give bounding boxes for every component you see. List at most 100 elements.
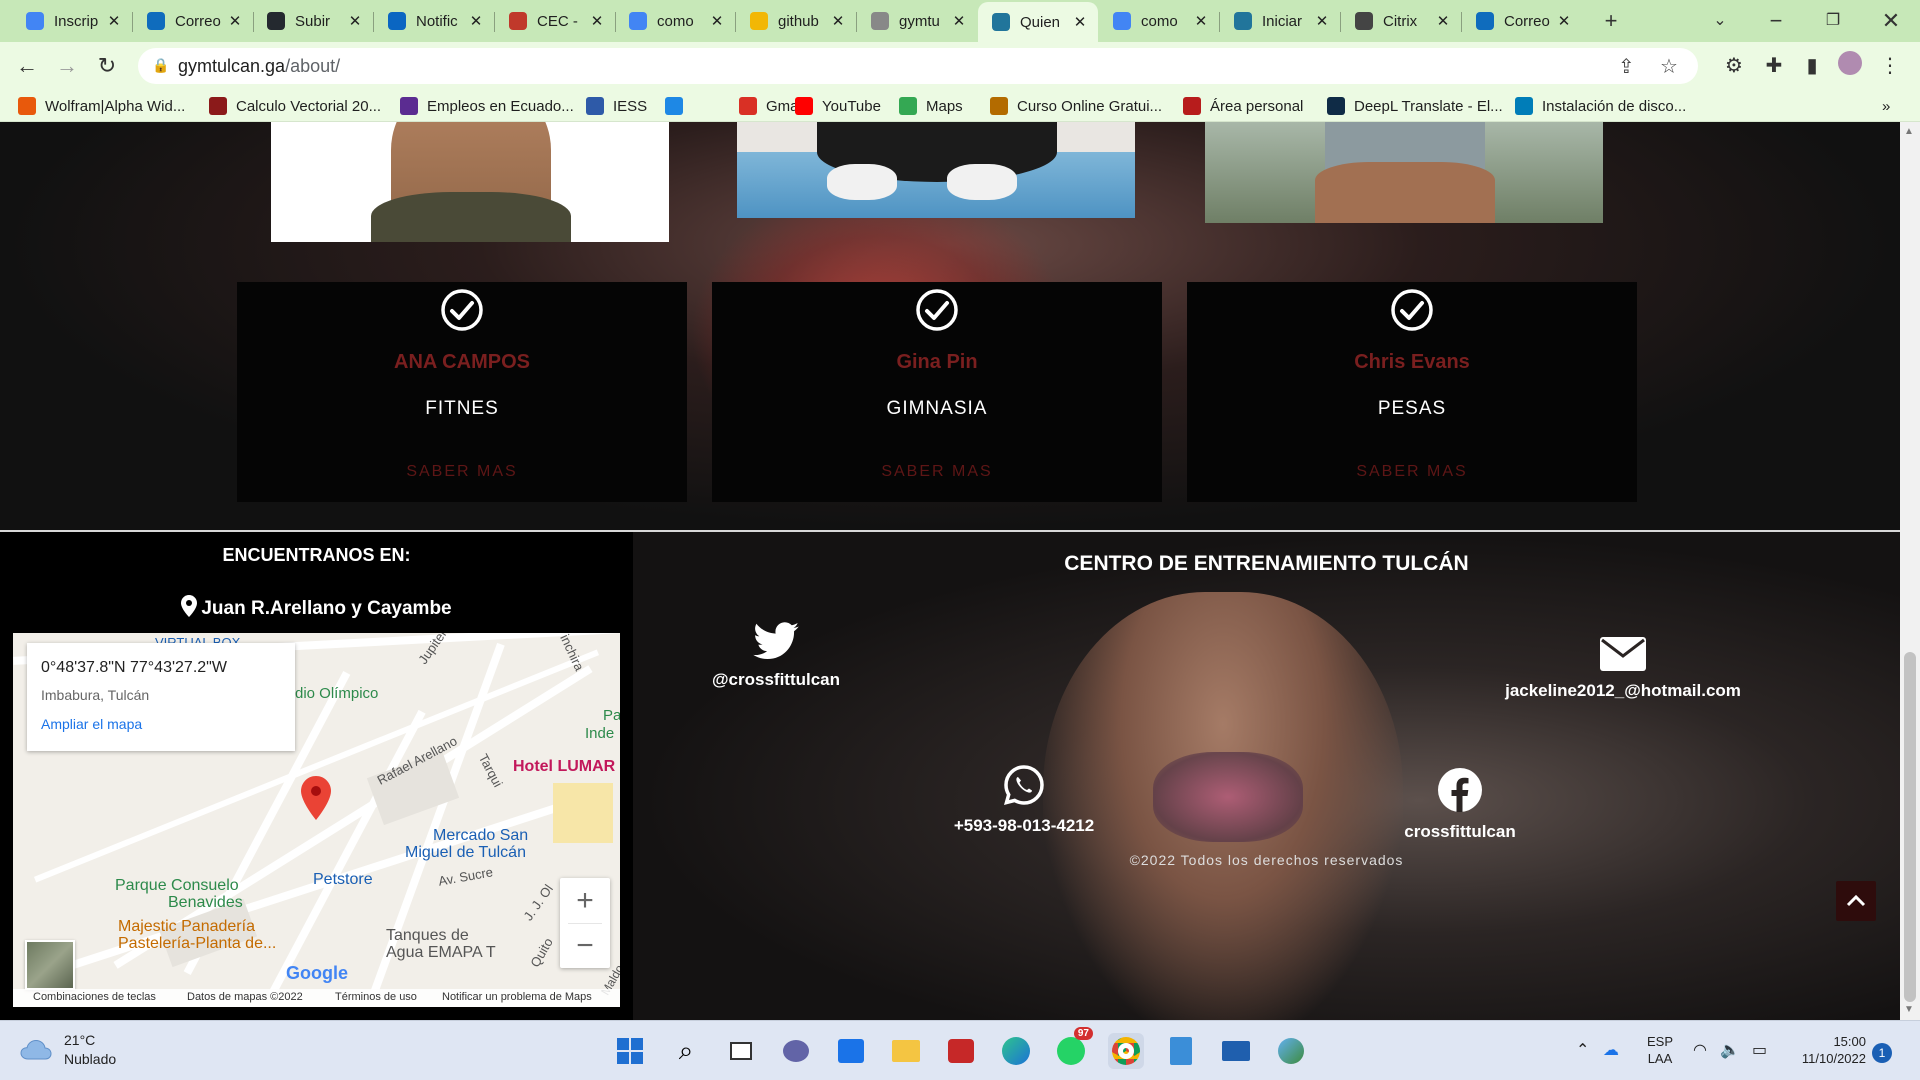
twitter-link[interactable]: @crossfittulcan bbox=[686, 622, 866, 690]
browser-tab[interactable]: Quien ✕ bbox=[978, 2, 1098, 42]
browser-tab[interactable]: como ✕ bbox=[1099, 4, 1219, 38]
bookmark-item[interactable]: Instalación de disco... bbox=[1515, 95, 1686, 117]
browser-tab[interactable]: Iniciar ✕ bbox=[1220, 4, 1340, 38]
enlarge-map-link[interactable]: Ampliar el mapa bbox=[41, 716, 142, 732]
satellite-toggle[interactable] bbox=[25, 940, 75, 990]
search-icon[interactable]: ⌕ bbox=[668, 1033, 704, 1069]
notification-badge[interactable]: 1 bbox=[1872, 1043, 1892, 1063]
profile-avatar[interactable] bbox=[1835, 51, 1865, 81]
close-tab-icon[interactable]: ✕ bbox=[345, 12, 365, 30]
bookmark-item[interactable]: Maps bbox=[899, 95, 963, 117]
scrollbar-thumb[interactable] bbox=[1904, 652, 1916, 1002]
close-tab-icon[interactable]: ✕ bbox=[1312, 12, 1332, 30]
bookmark-item[interactable]: IESS bbox=[586, 95, 647, 117]
bookmark-item[interactable]: YouTube bbox=[795, 95, 881, 117]
facebook-link[interactable]: crossfittulcan bbox=[1360, 768, 1560, 842]
browser-tab[interactable]: Correo ✕ bbox=[1462, 4, 1582, 38]
close-tab-icon[interactable]: ✕ bbox=[1433, 12, 1453, 30]
extensions-icon[interactable]: ✚ bbox=[1759, 51, 1789, 81]
maximize-icon[interactable]: ❐ bbox=[1818, 6, 1848, 36]
screen-recorder-icon[interactable] bbox=[943, 1033, 979, 1069]
start-button[interactable] bbox=[612, 1033, 648, 1069]
whatsapp-link[interactable]: +593-98-013-4212 bbox=[904, 764, 1144, 836]
keyboard-shortcuts-link[interactable]: Combinaciones de teclas bbox=[33, 991, 156, 1003]
battery-icon[interactable]: ▭ bbox=[1752, 1040, 1767, 1060]
email-link[interactable]: jackeline2012_@hotmail.com bbox=[1473, 637, 1773, 701]
photos-icon[interactable] bbox=[1273, 1033, 1309, 1069]
remote-desktop-icon[interactable] bbox=[1218, 1033, 1254, 1069]
volume-icon[interactable]: 🔈 bbox=[1720, 1040, 1740, 1060]
browser-tab[interactable]: Subir ✕ bbox=[253, 4, 373, 38]
notepad-icon[interactable] bbox=[1163, 1033, 1199, 1069]
back-icon[interactable]: ← bbox=[13, 52, 41, 80]
weather-widget[interactable]: 21°C Nublado bbox=[20, 1031, 116, 1069]
close-tab-icon[interactable]: ✕ bbox=[466, 12, 486, 30]
file-explorer-icon[interactable] bbox=[888, 1033, 924, 1069]
zoom-in-button[interactable]: + bbox=[560, 878, 610, 923]
bookmark-star-icon[interactable]: ☆ bbox=[1660, 54, 1678, 79]
language-indicator[interactable]: ESP LAA bbox=[1643, 1033, 1677, 1067]
whatsapp-app-icon[interactable]: 97 bbox=[1053, 1027, 1093, 1069]
url-text[interactable]: gymtulcan.ga/about/ bbox=[178, 56, 340, 77]
browser-tab[interactable]: Notific ✕ bbox=[374, 4, 494, 38]
saber-mas-button[interactable]: SABER MAS bbox=[1187, 463, 1637, 481]
bookmarks-overflow-icon[interactable]: » bbox=[1882, 95, 1890, 117]
store-icon[interactable] bbox=[833, 1033, 869, 1069]
close-tab-icon[interactable]: ✕ bbox=[707, 12, 727, 30]
onedrive-icon[interactable]: ☁ bbox=[1603, 1040, 1619, 1060]
back-to-top-button[interactable] bbox=[1836, 881, 1876, 921]
task-view-icon[interactable] bbox=[723, 1033, 759, 1069]
browser-tab[interactable]: github ✕ bbox=[736, 4, 856, 38]
clock[interactable]: 15:00 11/10/2022 bbox=[1790, 1033, 1866, 1067]
wifi-icon[interactable]: ◠ bbox=[1693, 1040, 1707, 1060]
clock-time: 15:00 bbox=[1833, 1034, 1866, 1049]
map-marker-icon[interactable] bbox=[301, 776, 331, 820]
close-tab-icon[interactable]: ✕ bbox=[949, 12, 969, 30]
browser-tab[interactable]: Citrix ✕ bbox=[1341, 4, 1461, 38]
close-tab-icon[interactable]: ✕ bbox=[828, 12, 848, 30]
bookmark-item[interactable]: Calculo Vectorial 20... bbox=[209, 95, 381, 117]
zoom-out-button[interactable]: − bbox=[560, 923, 610, 968]
bookmark-item[interactable]: Curso Online Gratui... bbox=[990, 95, 1162, 117]
report-problem-link[interactable]: Notificar un problema de Maps bbox=[442, 991, 592, 1003]
close-tab-icon[interactable]: ✕ bbox=[1191, 12, 1211, 30]
saber-mas-button[interactable]: SABER MAS bbox=[712, 463, 1162, 481]
minimize-icon[interactable]: − bbox=[1761, 6, 1791, 36]
share-icon[interactable]: ⇪ bbox=[1618, 54, 1635, 79]
browser-tab[interactable]: CEC - ✕ bbox=[495, 4, 615, 38]
bookmark-item[interactable]: Wolfram|Alpha Wid... bbox=[18, 95, 185, 117]
bookmark-item[interactable]: Empleos en Ecuado... bbox=[400, 95, 574, 117]
close-tab-icon[interactable]: ✕ bbox=[1070, 13, 1090, 31]
forward-icon[interactable]: → bbox=[53, 52, 81, 80]
more-menu-icon[interactable]: ⋮ bbox=[1875, 51, 1905, 81]
terms-link[interactable]: Términos de uso bbox=[335, 991, 417, 1003]
chrome-icon[interactable] bbox=[1108, 1033, 1144, 1069]
address: Juan R.Arellano y Cayambe bbox=[0, 595, 633, 620]
saber-mas-button[interactable]: SABER MAS bbox=[237, 463, 687, 481]
close-tab-icon[interactable]: ✕ bbox=[225, 12, 245, 30]
tab-search-icon[interactable]: ⌄ bbox=[1705, 6, 1735, 36]
bookmark-label: Wolfram|Alpha Wid... bbox=[45, 97, 186, 115]
address-bar[interactable]: 🔒 gymtulcan.ga/about/ ⇪ ☆ bbox=[138, 48, 1698, 84]
bookmark-icon bbox=[750, 12, 768, 30]
edge-icon[interactable] bbox=[998, 1033, 1034, 1069]
close-tab-icon[interactable]: ✕ bbox=[104, 12, 124, 30]
close-tab-icon[interactable]: ✕ bbox=[1554, 12, 1574, 30]
new-tab-button[interactable]: + bbox=[1596, 6, 1626, 36]
bookmark-item[interactable] bbox=[665, 95, 692, 117]
browser-tab[interactable]: Inscrip ✕ bbox=[12, 4, 132, 38]
page-scrollbar[interactable]: ▲ ▼ bbox=[1900, 122, 1920, 1020]
browser-tab[interactable]: como ✕ bbox=[615, 4, 735, 38]
extension-puzzle-icon[interactable]: ⚙ bbox=[1719, 51, 1749, 81]
browser-tab[interactable]: Correo ✕ bbox=[133, 4, 253, 38]
bookmark-item[interactable]: DeepL Translate - El... bbox=[1327, 95, 1503, 117]
bookmark-item[interactable]: Área personal bbox=[1183, 95, 1303, 117]
browser-tab[interactable]: gymtu ✕ bbox=[857, 4, 977, 38]
show-hidden-icons[interactable]: ⌃ bbox=[1576, 1040, 1589, 1060]
side-panel-icon[interactable]: ▮ bbox=[1797, 51, 1827, 81]
google-map[interactable]: VIRTUAL BOX Jupiter inchira dio Olímpico… bbox=[13, 633, 620, 1007]
window-close-icon[interactable]: ✕ bbox=[1876, 6, 1906, 36]
reload-icon[interactable]: ↻ bbox=[93, 52, 121, 80]
close-tab-icon[interactable]: ✕ bbox=[587, 12, 607, 30]
teams-chat-icon[interactable] bbox=[778, 1033, 814, 1069]
